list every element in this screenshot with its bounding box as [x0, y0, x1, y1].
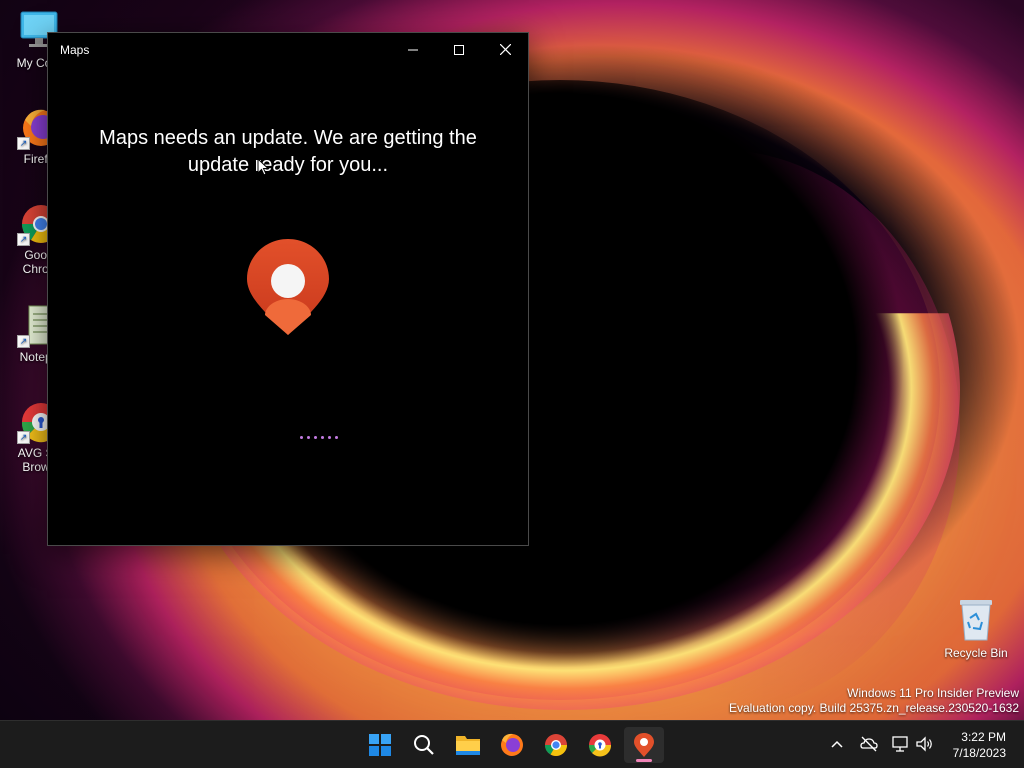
- onedrive-icon: [860, 736, 878, 752]
- close-icon: [499, 43, 511, 56]
- loading-indicator: [300, 436, 340, 442]
- watermark-line-1: Windows 11 Pro Insider Preview: [847, 686, 1019, 700]
- system-clock[interactable]: 3:22 PM 7/18/2023: [953, 729, 1006, 761]
- maps-pin-icon: [245, 237, 331, 337]
- chevron-up-icon: [831, 740, 843, 748]
- network-status-button[interactable]: [889, 733, 911, 755]
- taskbar-search-button[interactable]: [404, 727, 444, 763]
- loader-dot: [307, 436, 310, 439]
- update-message: Maps needs an update. We are getting the…: [99, 127, 477, 176]
- desktop-icon-label: Recycle Bin: [944, 646, 1008, 660]
- desktop-icon-recycle-bin[interactable]: Recycle Bin: [940, 598, 1012, 660]
- chrome-icon: [545, 734, 567, 756]
- search-icon: [414, 735, 434, 755]
- evaluation-watermark: Windows 11 Pro Insider Preview Evaluatio…: [729, 686, 1019, 716]
- loader-dot: [321, 436, 324, 439]
- loader-dot: [300, 436, 303, 439]
- minimize-button[interactable]: [390, 33, 436, 67]
- folder-icon: [456, 736, 480, 755]
- windows-start-icon: [369, 734, 391, 756]
- volume-button[interactable]: [913, 733, 935, 755]
- clock-time: 3:22 PM: [961, 730, 1006, 744]
- avg-browser-icon: [588, 734, 612, 757]
- maximize-icon: [454, 45, 464, 55]
- onedrive-status-button[interactable]: [858, 733, 880, 755]
- loader-dot: [328, 436, 331, 439]
- maps-pin-icon: [634, 733, 654, 757]
- recycle-bin-icon: [956, 598, 996, 642]
- taskbar-start-button[interactable]: [360, 727, 400, 763]
- taskbar-avg-browser-button[interactable]: [580, 727, 620, 763]
- firefox-icon: [501, 733, 523, 756]
- shortcut-arrow-icon: ↗: [17, 335, 30, 348]
- show-hidden-icons-button[interactable]: [826, 733, 848, 755]
- mouse-cursor-icon: [257, 158, 269, 176]
- active-app-indicator: [636, 759, 652, 762]
- taskbar: 3:22 PM 7/18/2023: [0, 720, 1024, 768]
- maps-window[interactable]: Maps Maps needs an update. We are gettin…: [47, 32, 529, 546]
- shortcut-arrow-icon: ↗: [17, 431, 30, 444]
- network-icon: [892, 736, 908, 752]
- minimize-icon: [408, 49, 418, 51]
- shortcut-arrow-icon: ↗: [17, 233, 30, 246]
- title-bar[interactable]: Maps: [48, 33, 528, 67]
- maximize-button[interactable]: [436, 33, 482, 67]
- volume-icon: [916, 736, 932, 752]
- watermark-line-2: Evaluation copy. Build 25375.zn_release.…: [729, 701, 1019, 715]
- close-button[interactable]: [482, 33, 528, 67]
- taskbar-chrome-button[interactable]: [536, 727, 576, 763]
- loader-dot: [335, 436, 338, 439]
- taskbar-maps-button[interactable]: [624, 727, 664, 763]
- taskbar-firefox-button[interactable]: [492, 727, 532, 763]
- shortcut-arrow-icon: ↗: [17, 137, 30, 150]
- taskbar-file-explorer-button[interactable]: [448, 727, 488, 763]
- window-title: Maps: [60, 43, 90, 57]
- clock-date: 7/18/2023: [952, 746, 1006, 760]
- loader-dot: [314, 436, 317, 439]
